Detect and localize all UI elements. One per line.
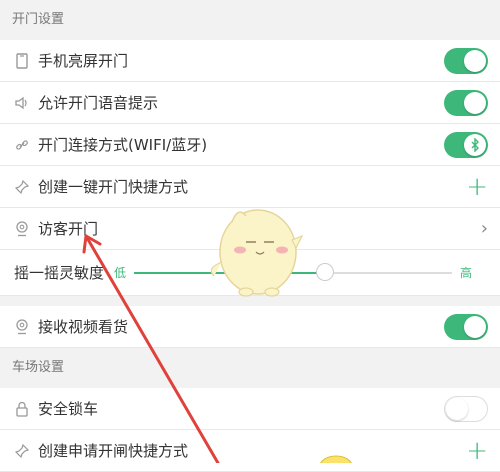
add-icon[interactable]: + xyxy=(466,174,488,200)
section-header-door: 开门设置 xyxy=(0,0,500,40)
row-safe-lock: 安全锁车 xyxy=(0,388,500,430)
row-label: 手机亮屏开门 xyxy=(38,52,129,70)
row-connection-mode: 开门连接方式(WIFI/蓝牙) xyxy=(0,124,500,166)
row-label: 创建一键开门快捷方式 xyxy=(38,178,189,196)
slider-thumb[interactable] xyxy=(315,262,334,281)
row-label: 开门连接方式(WIFI/蓝牙) xyxy=(38,136,208,154)
row-shortcut[interactable]: 创建一键开门快捷方式 + xyxy=(0,166,500,208)
chevron-right-icon: › xyxy=(480,218,488,239)
row-voice-prompt: 允许开门语音提示 xyxy=(0,82,500,124)
pin-icon xyxy=(12,177,32,197)
pin-icon xyxy=(12,441,32,461)
row-gate-shortcut[interactable]: 创建申请开闸快捷方式 + xyxy=(0,430,500,472)
slider-low-label: 低 xyxy=(114,266,127,280)
sensitivity-slider[interactable] xyxy=(134,262,453,281)
row-label: 允许开门语音提示 xyxy=(38,94,159,112)
link-icon xyxy=(12,135,32,155)
speaker-icon xyxy=(12,93,32,113)
bluetooth-icon xyxy=(464,133,486,156)
voice-prompt-toggle[interactable] xyxy=(444,89,488,116)
row-label: 创建申请开闸快捷方式 xyxy=(38,442,189,460)
video-goods-toggle[interactable] xyxy=(444,313,488,340)
connection-mode-toggle[interactable] xyxy=(444,131,488,158)
section-gap xyxy=(0,296,500,306)
row-label: 摇一摇灵敏度 xyxy=(14,264,105,282)
row-screen-unlock: 手机亮屏开门 xyxy=(0,40,500,82)
add-icon[interactable]: + xyxy=(466,438,488,464)
slider-high-label: 高 xyxy=(460,266,473,280)
row-video-goods: 接收视频看货 xyxy=(0,306,500,348)
camera-icon xyxy=(12,317,32,337)
row-label: 安全锁车 xyxy=(38,400,99,418)
section-header-parking: 车场设置 xyxy=(0,348,500,388)
camera-icon xyxy=(12,219,32,239)
row-shake-sensitivity: 摇一摇灵敏度 低 高 xyxy=(0,250,500,296)
row-visitor[interactable]: 访客开门 › xyxy=(0,208,500,250)
slider-fill xyxy=(134,271,325,274)
row-label: 访客开门 xyxy=(38,220,99,238)
screen-unlock-toggle[interactable] xyxy=(444,47,488,74)
row-label: 接收视频看货 xyxy=(38,318,129,336)
phone-icon xyxy=(12,51,32,71)
safe-lock-toggle[interactable] xyxy=(444,395,488,422)
lock-icon xyxy=(12,399,32,419)
